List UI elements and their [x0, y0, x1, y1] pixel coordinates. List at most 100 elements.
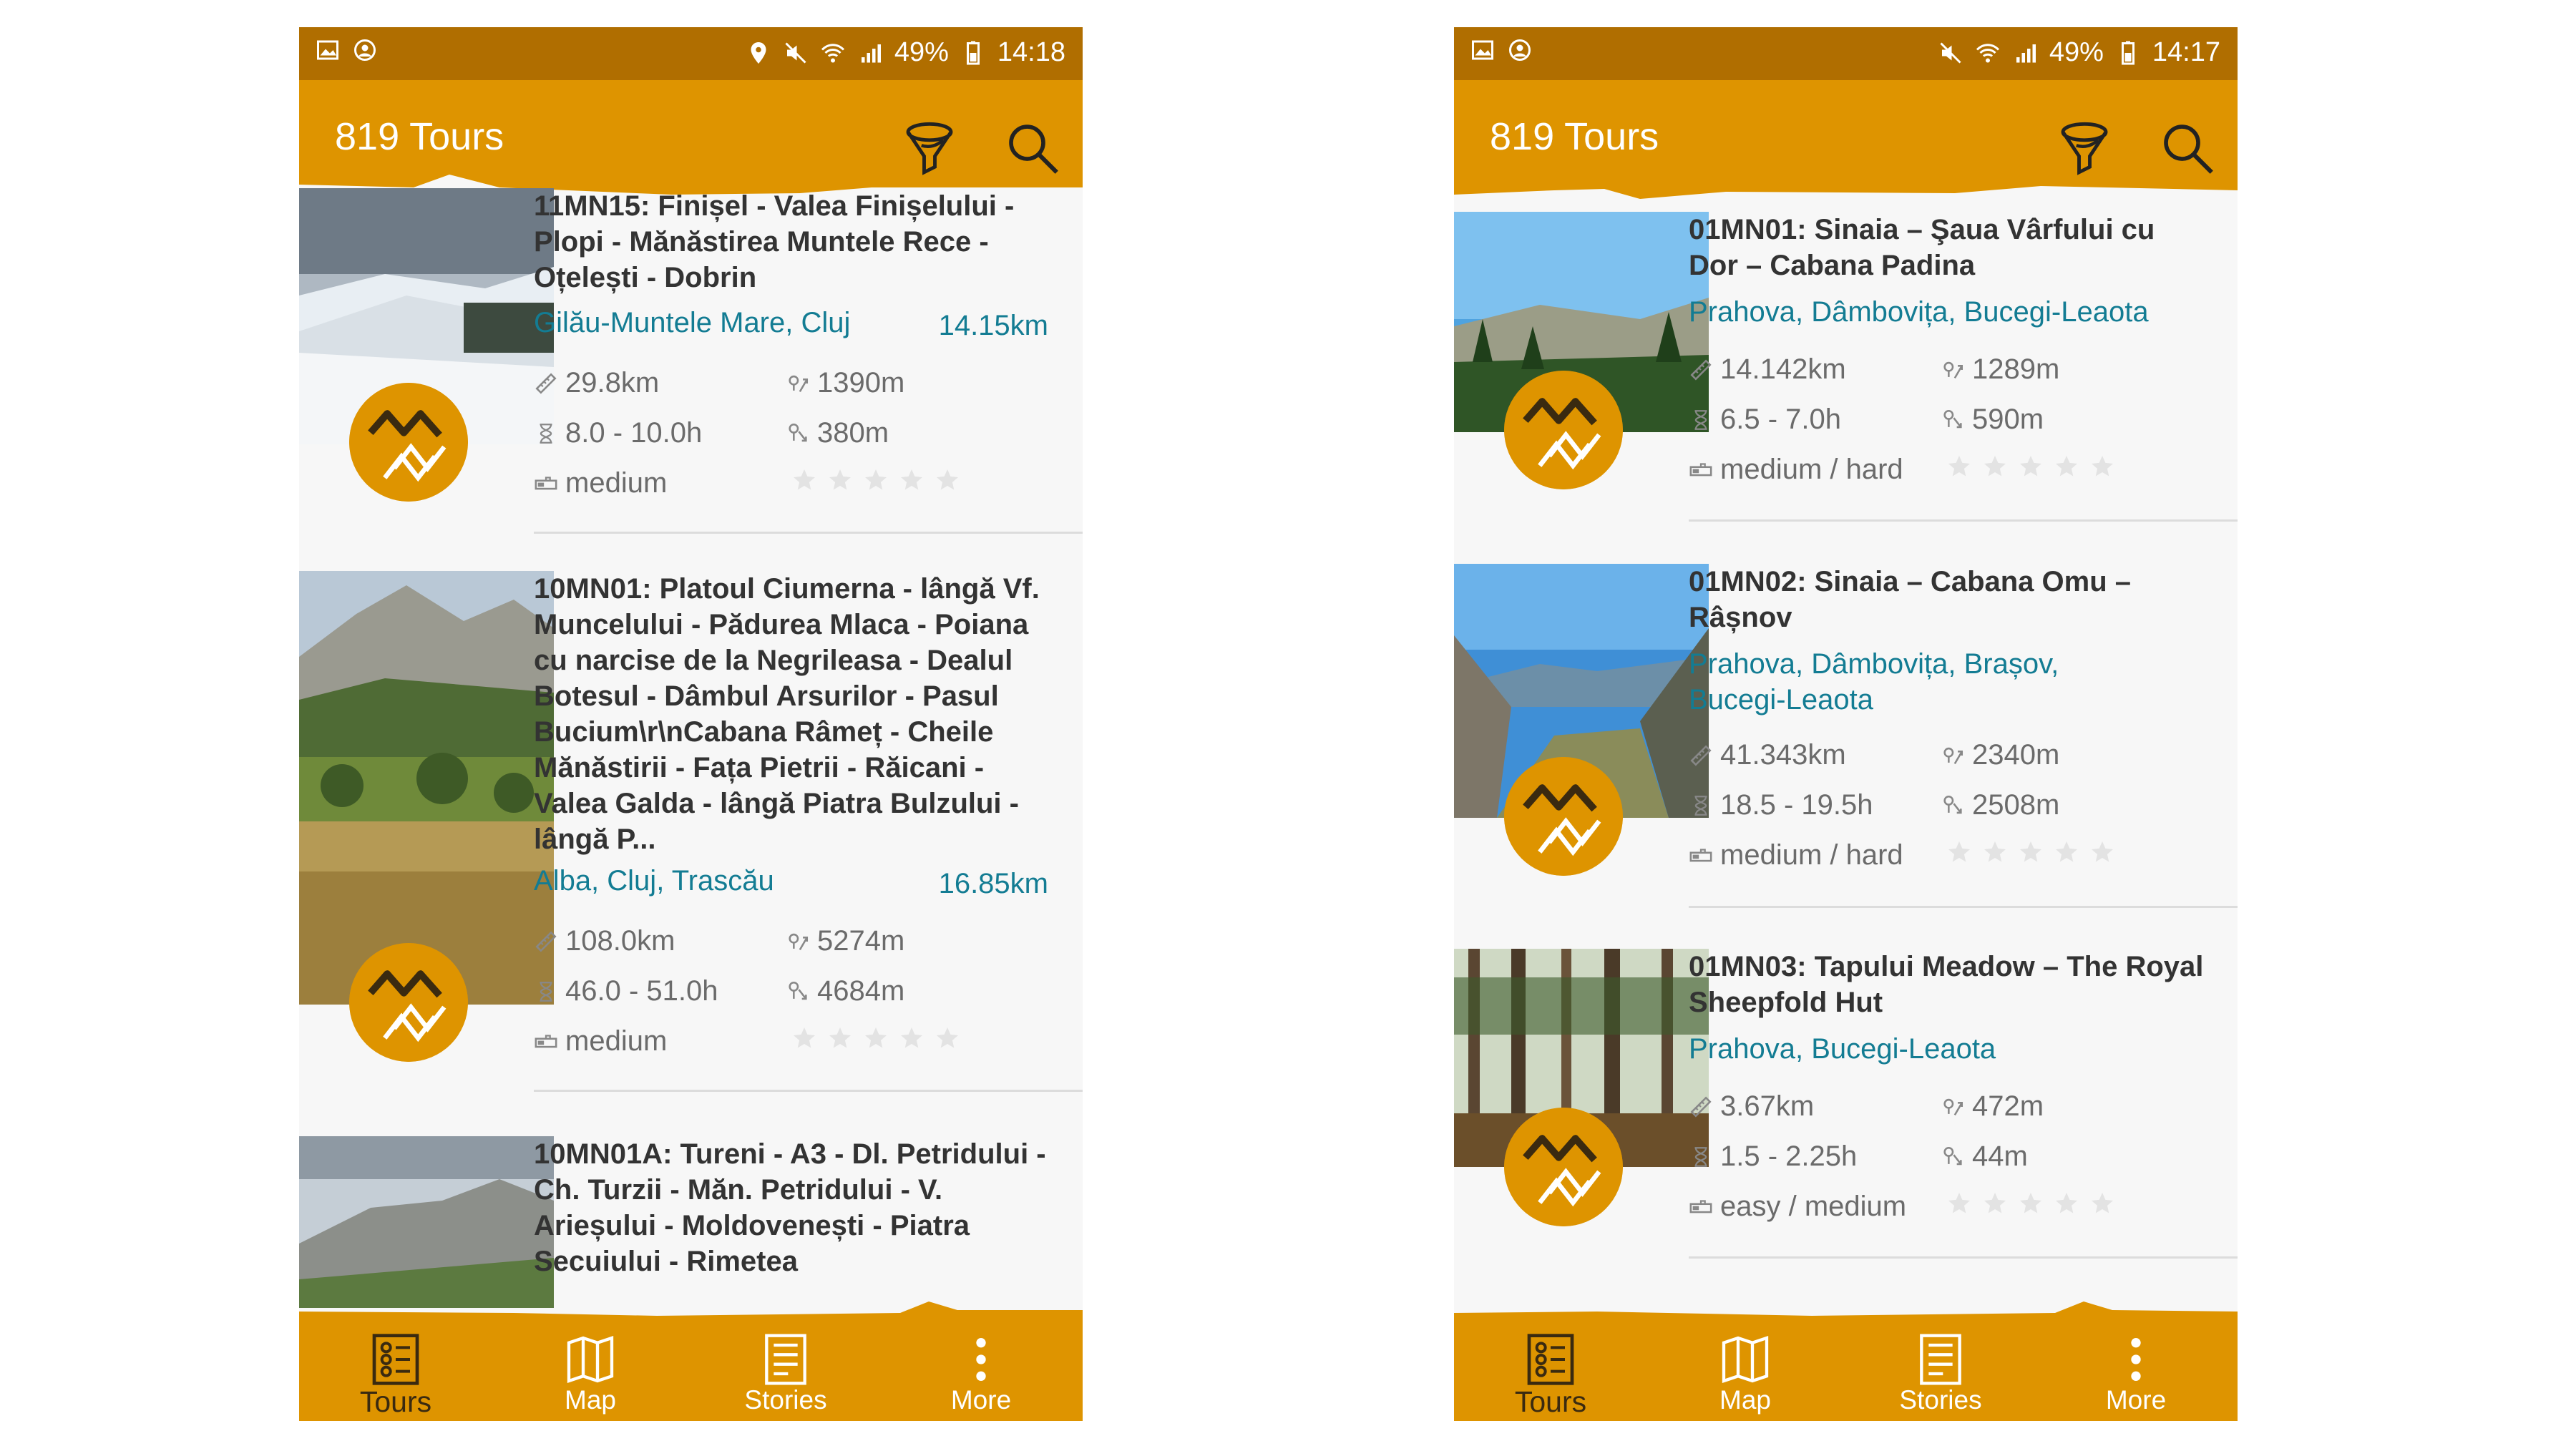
tour-duration-value: 6.5 - 7.0h	[1720, 404, 1842, 435]
nav-map[interactable]: Map	[494, 1315, 687, 1421]
tours-list-icon	[1527, 1334, 1574, 1385]
tour-title: 01MN02: Sinaia – Cabana Omu – Râșnov	[1689, 566, 2132, 633]
descent-icon	[1941, 793, 1965, 818]
rating-stars	[1946, 1191, 2115, 1216]
nav-tours[interactable]: Tours	[1454, 1315, 1647, 1421]
tour-duration-value: 18.5 - 19.5h	[1720, 789, 1873, 821]
tour-ascent-value: 472m	[1972, 1090, 2044, 1122]
tour-type-badge-icon	[349, 943, 468, 1062]
nav-more[interactable]: More	[884, 1315, 1078, 1421]
tour-region[interactable]: Prahova, Dâmbovița, Bucegi-Leaota	[1689, 294, 2204, 330]
tour-title: 10MN01: Platoul Ciumerna - lângă Vf. Mun…	[534, 573, 1040, 855]
star-icon	[791, 1025, 817, 1051]
star-icon	[2089, 839, 2115, 865]
star-icon	[2018, 454, 2044, 479]
rating-stars	[791, 1025, 960, 1051]
tour-difficulty: easy / medium	[1689, 1191, 1906, 1223]
nav-stories[interactable]: Stories	[1844, 1315, 2037, 1421]
mute-icon	[1940, 41, 1961, 64]
star-icon	[1946, 1191, 1972, 1216]
nav-more-label: More	[950, 1385, 1012, 1415]
hourglass-icon	[534, 421, 558, 446]
tour-length-value: 29.8km	[565, 367, 660, 399]
nav-stories[interactable]: Stories	[689, 1315, 882, 1421]
nav-tours-label: Tours	[359, 1385, 432, 1418]
nav-more-label: More	[2105, 1385, 2167, 1415]
tour-descent: 590m	[1941, 404, 2044, 436]
tour-card[interactable]: 11MN15: Finișel - Valea Finișelului - Pl…	[299, 188, 1083, 546]
tour-region[interactable]: Prahova, Bucegi-Leaota	[1689, 1031, 2204, 1067]
tour-length: 41.343km	[1689, 739, 1846, 771]
nav-more[interactable]: More	[2039, 1315, 2233, 1421]
tour-list[interactable]: 01MN01: Sinaia – Şaua Vârfului cu Dor – …	[1454, 163, 2238, 1308]
tour-ascent: 2340m	[1941, 739, 2059, 771]
wifi-icon	[1976, 43, 1999, 62]
star-icon	[1982, 454, 2008, 479]
descent-icon	[786, 421, 810, 446]
tour-ascent-value: 1289m	[1972, 353, 2060, 385]
tour-duration-value: 46.0 - 51.0h	[565, 975, 718, 1007]
stories-icon	[765, 1334, 806, 1385]
tour-card[interactable]: 01MN02: Sinaia – Cabana Omu – Râșnov Pra…	[1454, 564, 2238, 929]
nav-tours-label: Tours	[1514, 1385, 1587, 1418]
tour-region[interactable]: Alba, Cluj, Trascău	[534, 863, 920, 899]
tour-descent-value: 590m	[1972, 404, 2044, 435]
star-icon	[1982, 1191, 2008, 1216]
star-icon	[863, 467, 889, 493]
tour-duration-value: 8.0 - 10.0h	[565, 417, 703, 449]
descent-icon	[1941, 408, 1965, 432]
rating-stars	[1946, 839, 2115, 865]
wifi-icon	[821, 43, 844, 62]
gallery-icon	[317, 40, 338, 60]
tour-ascent: 1390m	[786, 367, 904, 399]
tour-difficulty: medium	[534, 1025, 667, 1058]
tour-card[interactable]: 10MN01: Platoul Ciumerna - lângă Vf. Mun…	[299, 571, 1083, 1122]
rating-stars	[791, 467, 960, 493]
tour-title: 11MN15: Finișel - Valea Finișelului - Pl…	[534, 190, 1015, 293]
location-icon	[751, 41, 766, 64]
tour-descent: 4684m	[786, 975, 904, 1007]
tour-type-badge-icon	[1504, 1108, 1623, 1226]
tour-ascent: 1289m	[1941, 353, 2059, 386]
more-vertical-icon	[2131, 1338, 2141, 1381]
battery-icon	[2121, 41, 2135, 64]
page-title: 819 Tours	[1490, 115, 1659, 158]
tour-length: 29.8km	[534, 367, 659, 399]
tour-duration: 46.0 - 51.0h	[534, 975, 718, 1007]
tour-distance-from-user: 16.85km	[938, 868, 1048, 899]
tour-list[interactable]: 11MN15: Finișel - Valea Finișelului - Pl…	[299, 163, 1083, 1308]
star-icon	[2054, 454, 2079, 479]
tour-descent: 44m	[1941, 1141, 2028, 1173]
tour-region[interactable]: Prahova, Dâmbovița, Brașov, Bucegi-Leaot…	[1689, 646, 2132, 718]
tour-length-value: 108.0km	[565, 925, 675, 957]
tour-length-value: 3.67km	[1720, 1090, 1815, 1122]
phone-screen-2: 49% 14:17 819 Tours 01MN01: Sinaia – Şau…	[1454, 27, 2238, 1421]
boot-icon	[1689, 458, 1713, 482]
tour-distance-from-user: 14.15km	[938, 310, 1048, 341]
star-icon	[827, 1025, 853, 1051]
nav-stories-label: Stories	[744, 1385, 827, 1415]
tour-thumbnail	[299, 571, 554, 1005]
tour-card[interactable]: 01MN01: Sinaia – Şaua Vârfului cu Dor – …	[1454, 212, 2238, 548]
rating-stars	[1946, 454, 2115, 479]
tour-difficulty-value: medium	[565, 1025, 668, 1057]
boot-icon	[534, 1030, 558, 1054]
signal-icon	[861, 44, 881, 62]
hourglass-icon	[1689, 1145, 1713, 1169]
tour-duration: 1.5 - 2.25h	[1689, 1141, 1857, 1173]
tour-difficulty: medium / hard	[1689, 454, 1903, 486]
tour-length-value: 41.343km	[1720, 739, 1846, 771]
battery-icon	[966, 41, 980, 64]
tour-difficulty-value: easy / medium	[1720, 1191, 1907, 1222]
tour-duration: 6.5 - 7.0h	[1689, 404, 1841, 436]
nav-tours[interactable]: Tours	[299, 1315, 492, 1421]
tour-card[interactable]: 01MN03: Tapului Meadow – The Royal Sheep…	[1454, 949, 2238, 1285]
tour-difficulty: medium	[534, 467, 667, 499]
map-icon	[1722, 1335, 1769, 1384]
tour-region[interactable]: Gilău-Muntele Mare, Cluj	[534, 305, 920, 341]
stories-icon	[1920, 1334, 1961, 1385]
tour-difficulty: medium / hard	[1689, 839, 1903, 871]
tour-title: 01MN01: Sinaia – Şaua Vârfului cu Dor – …	[1689, 214, 2155, 281]
star-icon	[2054, 1191, 2079, 1216]
nav-map[interactable]: Map	[1649, 1315, 1842, 1421]
